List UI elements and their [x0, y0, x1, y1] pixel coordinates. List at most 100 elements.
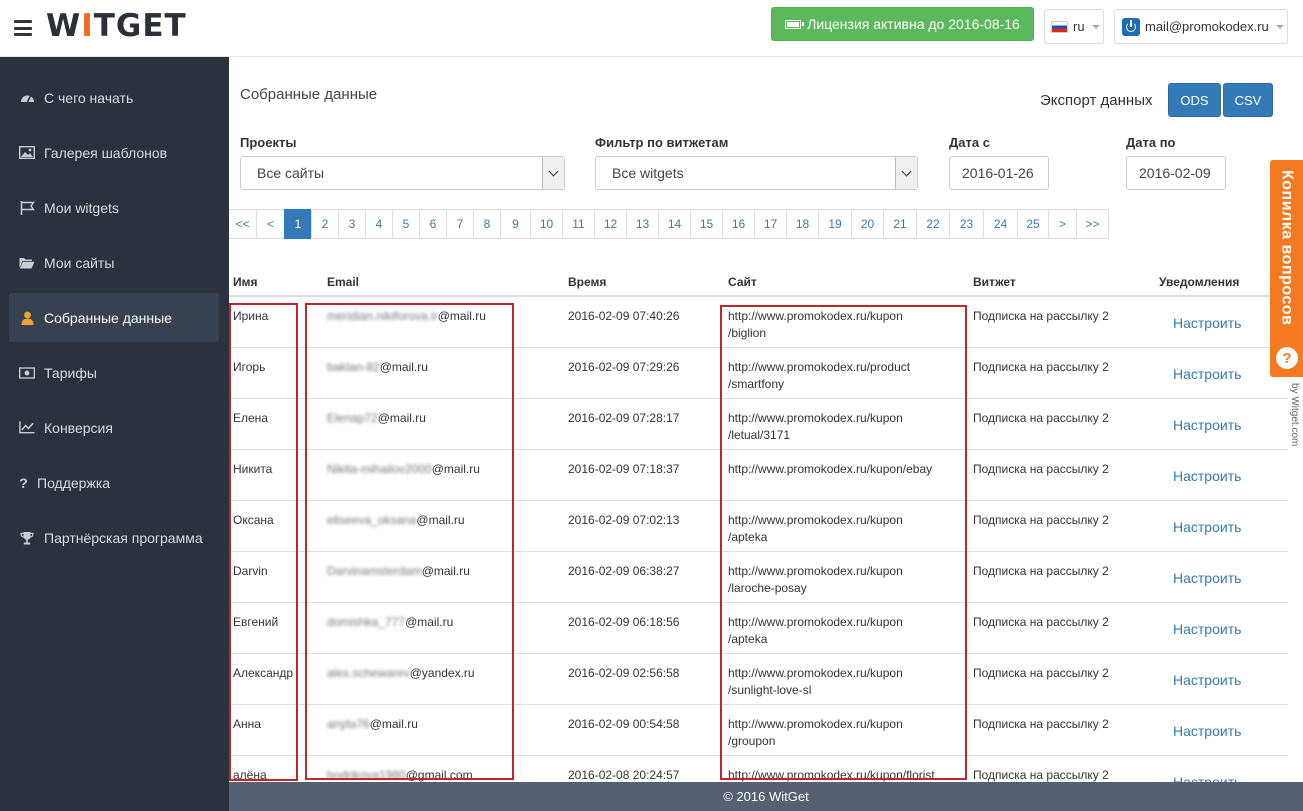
widget-cell: Подписка на рассылку 2 — [973, 564, 1109, 578]
page-link[interactable]: < — [256, 209, 285, 239]
time-cell: 2016-02-09 07:18:37 — [568, 462, 680, 476]
page-link[interactable]: 16 — [722, 209, 755, 239]
license-label: Лицензия активна до 2016-08-16 — [807, 16, 1020, 32]
column-header-widget: Витжет — [973, 275, 1016, 289]
page-link[interactable]: 24 — [983, 209, 1018, 239]
folder-open-icon — [19, 256, 35, 270]
sidebar-item-label: С чего начать — [44, 89, 134, 106]
export-label: Экспорт данных — [1040, 92, 1153, 109]
image-icon — [19, 146, 35, 160]
page-link[interactable]: 21 — [883, 209, 917, 239]
widget-cell: Подписка на рассылку 2 — [973, 717, 1109, 731]
page-link[interactable]: 6 — [419, 209, 447, 239]
projects-select[interactable]: Все сайты — [240, 156, 565, 190]
page-link[interactable]: 14 — [658, 209, 691, 239]
user-menu[interactable]: mail@promokodex.ru — [1114, 9, 1288, 44]
date-to-label: Дата по — [1126, 135, 1176, 150]
page-link[interactable]: 9 — [500, 209, 531, 239]
powered-by-label[interactable]: by Witget.com — [1289, 383, 1300, 446]
caret-down-icon — [1091, 24, 1100, 29]
configure-link[interactable]: Настроить — [1173, 774, 1241, 782]
page-link[interactable]: 23 — [949, 209, 984, 239]
user-icon — [19, 311, 35, 325]
sidebar-item-my-witgets[interactable]: Мои witgets — [9, 183, 219, 232]
column-header-site: Сайт — [728, 275, 757, 289]
sidebar-item-label: Конверсия — [44, 419, 113, 436]
top-bar: WITGET Лицензия активна до 2016-08-16 ru… — [0, 0, 1303, 57]
page-link[interactable]: 19 — [818, 209, 852, 239]
column-header-email: Email — [327, 275, 360, 289]
column-header-time: Время — [568, 275, 607, 289]
page-link[interactable]: 17 — [754, 209, 787, 239]
page-link[interactable]: 12 — [594, 209, 627, 239]
widget-cell: Подписка на рассылку 2 — [973, 513, 1109, 527]
export-csv-button[interactable]: CSV — [1223, 83, 1273, 117]
time-cell: 2016-02-09 07:02:13 — [568, 513, 680, 527]
question-bubble-icon: ? — [1276, 347, 1298, 369]
main-content: Собранные данные Экспорт данных ODS CSV … — [229, 57, 1303, 782]
page-link[interactable]: 11 — [562, 209, 595, 239]
sidebar: С чего начать Галерея шаблонов Мои witge… — [0, 57, 229, 811]
flag-icon — [19, 200, 35, 215]
page-link[interactable]: 1 — [284, 209, 312, 239]
widget-filter-label: Фильтр по витжетам — [595, 135, 729, 150]
configure-link[interactable]: Настроить — [1173, 315, 1241, 331]
name-column-highlight — [229, 303, 298, 781]
page-link[interactable]: > — [1048, 209, 1077, 239]
page-link[interactable]: 10 — [530, 209, 563, 239]
sidebar-item-label: Собранные данные — [44, 309, 172, 326]
sidebar-item-label: Тарифы — [44, 364, 97, 381]
column-header-name: Имя — [233, 275, 258, 289]
date-to-input[interactable]: 2016-02-09 — [1126, 156, 1226, 190]
page-link[interactable]: 5 — [392, 209, 420, 239]
page-link[interactable]: 8 — [473, 209, 501, 239]
widget-filter-value: Все witgets — [612, 165, 684, 181]
license-button[interactable]: Лицензия активна до 2016-08-16 — [771, 7, 1034, 41]
page-link[interactable]: 3 — [338, 209, 366, 239]
configure-link[interactable]: Настроить — [1173, 570, 1241, 586]
configure-link[interactable]: Настроить — [1173, 723, 1241, 739]
sidebar-item-support[interactable]: ? Поддержка — [9, 458, 219, 507]
chevron-down-icon — [895, 157, 917, 189]
russia-flag-icon — [1051, 20, 1068, 33]
date-from-label: Дата с — [949, 135, 990, 150]
date-from-input[interactable]: 2016-01-26 — [949, 156, 1049, 190]
page-link[interactable]: 13 — [626, 209, 659, 239]
sidebar-item-conversion[interactable]: Конверсия — [9, 403, 219, 452]
configure-link[interactable]: Настроить — [1173, 519, 1241, 535]
page-link[interactable]: 18 — [786, 209, 819, 239]
page-link[interactable]: 15 — [690, 209, 723, 239]
configure-link[interactable]: Настроить — [1173, 366, 1241, 382]
page-link[interactable]: 7 — [446, 209, 474, 239]
sidebar-item-template-gallery[interactable]: Галерея шаблонов — [9, 128, 219, 177]
configure-link[interactable]: Настроить — [1173, 468, 1241, 484]
page-link[interactable]: >> — [1076, 209, 1109, 239]
page-link[interactable]: 25 — [1017, 209, 1049, 239]
sidebar-item-partner-program[interactable]: Партнёрская программа — [9, 513, 219, 562]
menu-icon[interactable] — [14, 20, 32, 36]
sidebar-item-tariffs[interactable]: Тарифы — [9, 348, 219, 397]
widget-cell: Подписка на рассылку 2 — [973, 462, 1109, 476]
sidebar-item-my-sites[interactable]: Мои сайты — [9, 238, 219, 287]
page-link[interactable]: 20 — [851, 209, 884, 239]
sidebar-item-label: Мои witgets — [44, 199, 119, 216]
projects-select-value: Все сайты — [257, 165, 325, 181]
configure-link[interactable]: Настроить — [1173, 417, 1241, 433]
logo[interactable]: WITGET — [46, 8, 187, 44]
export-ods-button[interactable]: ODS — [1168, 83, 1221, 117]
sidebar-item-collected-data[interactable]: Собранные данные — [9, 293, 219, 342]
projects-label: Проекты — [240, 135, 297, 150]
page-link[interactable]: << — [229, 209, 257, 239]
caret-down-icon — [1275, 24, 1284, 29]
language-value: ru — [1073, 19, 1085, 34]
page-link[interactable]: 22 — [916, 209, 950, 239]
page-link[interactable]: 4 — [365, 209, 393, 239]
sidebar-item-getting-started[interactable]: С чего начать — [9, 73, 219, 122]
page-link[interactable]: 2 — [311, 209, 339, 239]
column-header-notifications: Уведомления — [1159, 275, 1240, 289]
configure-link[interactable]: Настроить — [1173, 621, 1241, 637]
widget-filter-select[interactable]: Все witgets — [595, 156, 918, 190]
configure-link[interactable]: Настроить — [1173, 672, 1241, 688]
questions-side-tab[interactable]: Копилка вопросов ? — [1270, 160, 1303, 377]
language-select[interactable]: ru — [1044, 9, 1104, 44]
